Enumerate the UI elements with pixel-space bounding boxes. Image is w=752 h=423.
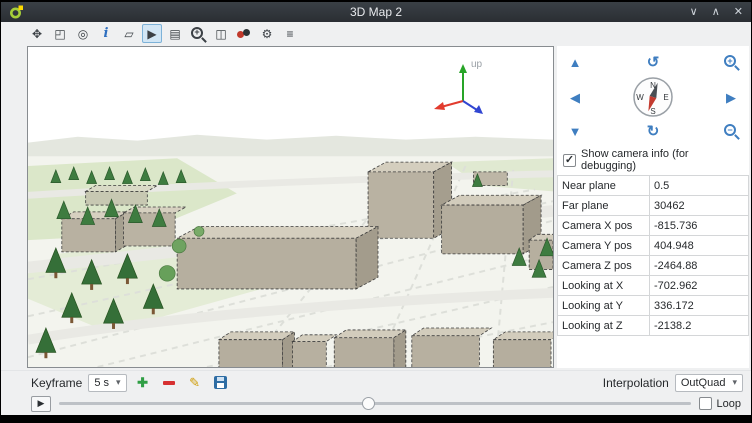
move-down-button[interactable]: ▼ [569, 125, 582, 138]
compass-north-label: N [650, 81, 656, 90]
move-up-button[interactable]: ▲ [569, 56, 582, 69]
playback-bar: ▶ Loop [1, 394, 751, 415]
keyframe-label: Keyframe [31, 376, 82, 390]
zoom-in-icon: + [724, 55, 736, 67]
play-animation-button[interactable]: ▶ [142, 24, 162, 43]
interpolation-value: OutQuad [681, 377, 726, 389]
slider-handle[interactable] [362, 397, 375, 410]
effects-button[interactable] [234, 24, 254, 43]
zoom-out-button[interactable]: − [724, 124, 738, 138]
titlebar[interactable]: 3D Map 2 ∨ ∧ ✕ [1, 2, 751, 22]
zoom-out-icon: − [724, 124, 736, 136]
move-right-button[interactable]: ▶ [726, 91, 736, 104]
table-cell-value: -2138.2 [650, 316, 749, 336]
close-button[interactable]: ✕ [734, 7, 743, 18]
play-icon: ▶ [147, 28, 156, 40]
navigation-icon: ◎ [78, 28, 88, 40]
compass[interactable]: N E S W [632, 76, 674, 118]
measure-line-button[interactable]: ▱ [119, 24, 139, 43]
remove-keyframe-button[interactable] [159, 373, 179, 393]
export-animation-button[interactable] [211, 373, 231, 393]
loop-checkbox[interactable] [699, 397, 712, 410]
interpolation-select[interactable]: OutQuad ▾ [675, 374, 743, 392]
gear-icon: ⚙ [262, 28, 273, 40]
compass-east-label: E [663, 93, 668, 102]
desktop: 3D Map 2 ∨ ∧ ✕ ✥ ◰ ◎ i ▱ ▶ ▤ + ◫ ⚙ ≡ [0, 0, 752, 423]
window-title: 3D Map 2 [1, 5, 751, 19]
camera-info-checkbox[interactable]: ✓ [563, 154, 576, 167]
play-button[interactable]: ▶ [31, 396, 51, 412]
table-cell-label: Camera X pos [558, 216, 650, 236]
plus-icon: ✚ [137, 376, 148, 389]
add-keyframe-button[interactable]: ✚ [133, 373, 153, 393]
compass-west-label: W [636, 93, 644, 102]
table-cell-value: 336.172 [650, 296, 749, 316]
save-image-icon: ▤ [169, 28, 180, 40]
export-scene-button[interactable]: ◫ [211, 24, 231, 43]
loop-control: Loop [699, 397, 741, 410]
table-cell-value: -2464.88 [650, 256, 749, 276]
zoom-full-button[interactable]: ◰ [50, 24, 70, 43]
keyframe-duration-select[interactable]: 5 s ▾ [88, 374, 126, 392]
edit-keyframe-button[interactable]: ✎ [185, 373, 205, 393]
navigation-toggle-button[interactable]: ◎ [73, 24, 93, 43]
scene-settings-button[interactable]: ≡ [280, 24, 300, 43]
rotate-cw-button[interactable]: ↻ [647, 124, 660, 139]
save-icon [214, 376, 227, 389]
table-cell-label: Camera Y pos [558, 236, 650, 256]
magnifier-icon: + [191, 27, 205, 41]
animation-timeline-slider[interactable] [59, 396, 691, 411]
minus-icon [163, 381, 175, 385]
move-left-button[interactable]: ◀ [570, 91, 580, 104]
minimize-button[interactable]: ∨ [690, 7, 698, 18]
keyframe-bar: Keyframe 5 s ▾ ✚ ✎ Interpolation OutQuad… [1, 370, 751, 394]
keyframe-duration-value: 5 s [94, 377, 109, 389]
table-cell-label: Far plane [558, 196, 650, 216]
camera-info-checkbox-label: Show camera info (for debugging) [581, 148, 745, 172]
panel-filler [557, 336, 749, 368]
chevron-down-icon: ▾ [732, 377, 737, 388]
table-cell-label: Near plane [558, 176, 650, 196]
table-cell-value: -702.962 [650, 276, 749, 296]
info-icon: i [104, 26, 109, 41]
zoom-tool-button[interactable]: + [188, 24, 208, 43]
maximize-button[interactable]: ∧ [712, 7, 720, 18]
interpolation-label: Interpolation [603, 376, 669, 390]
axis-up-label: up [471, 59, 483, 70]
chevron-down-icon: ▾ [116, 377, 121, 388]
save-image-button[interactable]: ▤ [165, 24, 185, 43]
camera-control-icon: ✥ [32, 28, 42, 40]
axis-gizmo: up [429, 55, 501, 115]
toolbar: ✥ ◰ ◎ i ▱ ▶ ▤ + ◫ ⚙ ≡ [1, 22, 751, 45]
camera-info-table: Near plane 0.5 Far plane 30462 Camera X … [557, 175, 749, 336]
effects-icon [237, 28, 251, 40]
camera-info-check-row: ✓ Show camera info (for debugging) [557, 146, 749, 175]
table-cell-label: Looking at X [558, 276, 650, 296]
camera-panel: ▲ ↺ + ◀ N E S W ▶ [557, 46, 749, 368]
table-cell-label: Looking at Z [558, 316, 650, 336]
camera-control-button[interactable]: ✥ [27, 24, 47, 43]
table-cell-value: -815.736 [650, 216, 749, 236]
table-cell-value: 30462 [650, 196, 749, 216]
play-icon: ▶ [38, 399, 45, 408]
pencil-icon: ✎ [189, 376, 200, 389]
rotate-ccw-button[interactable]: ↺ [647, 55, 660, 70]
list-icon: ≡ [286, 28, 293, 40]
compass-south-label: S [650, 107, 655, 116]
zoom-in-button[interactable]: + [724, 55, 738, 69]
table-cell-value: 404.948 [650, 236, 749, 256]
export-scene-icon: ◫ [215, 28, 226, 40]
table-cell-label: Looking at Y [558, 296, 650, 316]
measure-icon: ▱ [124, 28, 133, 40]
options-button[interactable]: ⚙ [257, 24, 277, 43]
zoom-full-icon: ◰ [54, 28, 65, 40]
main-area: up ▲ ↺ + ◀ [1, 45, 751, 370]
camera-information-button[interactable]: i [96, 24, 116, 43]
3d-viewport[interactable]: up [27, 46, 554, 368]
loop-label: Loop [717, 398, 741, 410]
table-cell-label: Camera Z pos [558, 256, 650, 276]
table-cell-value: 0.5 [650, 176, 749, 196]
navigation-widget: ▲ ↺ + ◀ N E S W ▶ [557, 46, 749, 146]
3d-map-window: 3D Map 2 ∨ ∧ ✕ ✥ ◰ ◎ i ▱ ▶ ▤ + ◫ ⚙ ≡ [1, 2, 751, 415]
